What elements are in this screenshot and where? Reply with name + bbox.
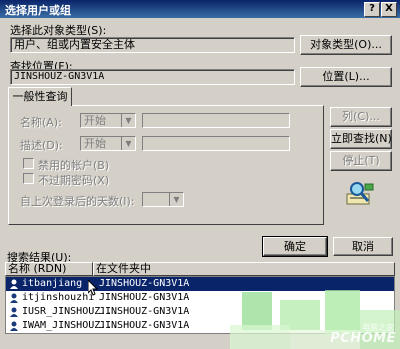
description-match-combo[interactable]: 开始 ▼	[80, 136, 136, 151]
help-button[interactable]: ?	[364, 2, 380, 17]
row-folder: JINSHOUZ-GN3V1A	[99, 320, 190, 331]
name-match-combo[interactable]: 开始 ▼	[80, 113, 136, 128]
disabled-accounts-checkbox[interactable]	[23, 158, 34, 169]
name-label: 名称(A):	[20, 116, 62, 129]
cancel-button[interactable]: 取消	[333, 237, 393, 256]
user-icon	[10, 307, 18, 317]
window-title: 选择用户或组	[5, 4, 71, 17]
stop-button[interactable]: 停止(T)	[330, 151, 392, 171]
days-since-logon-combo[interactable]: ▼	[142, 192, 184, 207]
non-expiring-password-checkbox[interactable]	[23, 173, 34, 184]
column-header-folder[interactable]: 在文件夹中	[93, 262, 395, 276]
name-input[interactable]	[142, 113, 290, 128]
ok-button[interactable]: 确定	[262, 236, 328, 257]
user-icon	[10, 279, 18, 289]
days-since-logon-label: 自上次登录后的天数(I):	[20, 195, 135, 208]
table-row[interactable]: itbanjiang JINSHOUZ-GN3V1A	[6, 277, 394, 291]
chevron-down-icon: ▼	[121, 114, 135, 127]
mouse-cursor-icon	[88, 280, 98, 296]
description-input[interactable]	[142, 136, 290, 151]
columns-button[interactable]: 列(C)...	[330, 107, 392, 127]
user-icon	[10, 293, 18, 303]
search-animation-icon	[346, 182, 374, 205]
object-type-label: 选择此对象类型(S):	[10, 24, 107, 37]
find-now-button[interactable]: 立即查找(N)	[330, 129, 392, 149]
watermark-logo: PCHOME	[330, 331, 396, 346]
row-folder: JINSHOUZ-GN3V1A	[99, 278, 190, 289]
title-bar[interactable]: 选择用户或组 ? X	[0, 0, 400, 18]
row-name: itbanjiang	[22, 278, 83, 289]
disabled-accounts-label: 禁用的帐户(B)	[38, 159, 110, 172]
non-expiring-password-label: 不过期密码(X)	[38, 174, 110, 187]
row-folder: JINSHOUZ-GN3V1A	[99, 306, 190, 317]
row-name: itjinshouzhi	[22, 292, 95, 303]
chevron-down-icon: ▼	[169, 193, 183, 206]
name-match-value: 开始	[84, 114, 106, 127]
location-field: JINSHOUZ-GN3V1A	[10, 69, 295, 85]
row-folder: JINSHOUZ-GN3V1A	[99, 292, 190, 303]
description-match-value: 开始	[84, 137, 106, 150]
chevron-down-icon: ▼	[121, 137, 135, 150]
object-type-field: 用户、组或内置安全主体	[10, 37, 295, 53]
close-button[interactable]: X	[381, 2, 397, 17]
column-header-name[interactable]: 名称 (RDN)	[5, 262, 93, 276]
locations-button[interactable]: 位置(L)...	[300, 67, 392, 87]
tab-common-queries[interactable]: 一般性查询	[8, 87, 72, 106]
description-label: 描述(D):	[20, 139, 63, 152]
user-icon	[10, 321, 18, 331]
object-types-button[interactable]: 对象类型(O)...	[300, 35, 392, 55]
